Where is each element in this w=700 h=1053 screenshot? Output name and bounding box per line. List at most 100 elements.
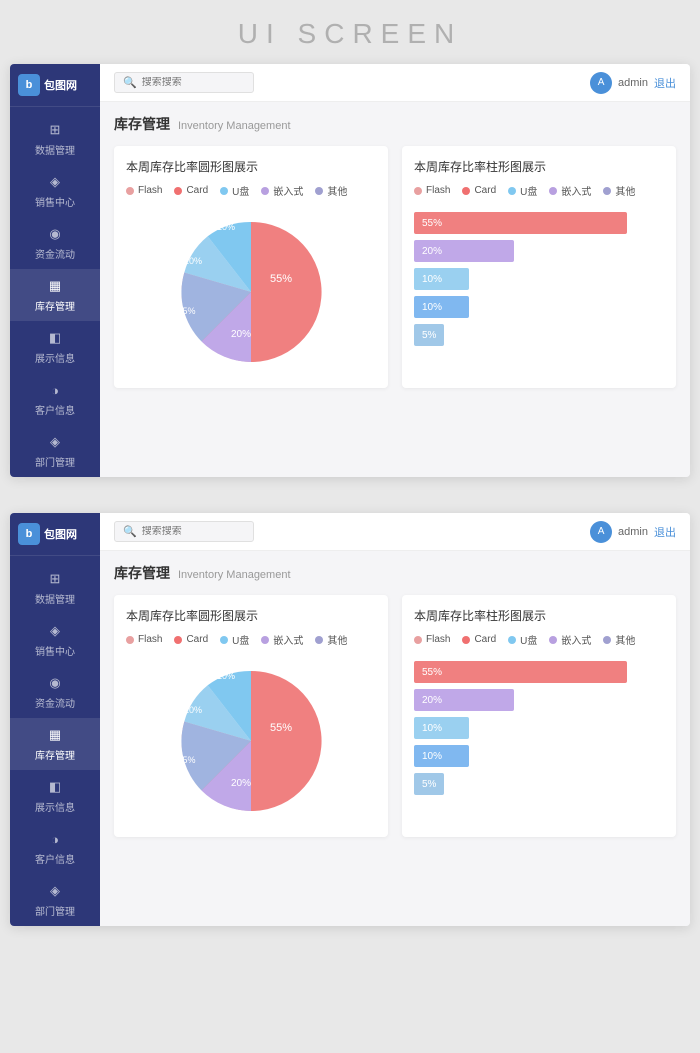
pie-svg-container: 55% 10% 10% 20% 5% bbox=[126, 208, 376, 376]
search-input[interactable] bbox=[142, 77, 245, 88]
bar-legend-udisk-2: U盘 bbox=[508, 632, 537, 647]
sidebar-nav-2: ⊞ 数据管理 ◈ 销售中心 ◉ 资金流动 ▦ 库存管理 ◧ 展示信息 bbox=[10, 556, 100, 926]
sidebar-1: b 包图网 ⊞ 数据管理 ◈ 销售中心 ◉ 资金流动 ▦ 库存管理 bbox=[10, 64, 100, 477]
bar-fill-flash: 55% bbox=[414, 212, 627, 234]
customer-icon: ◑ bbox=[46, 381, 64, 399]
sidebar-item-label-customer: 客户信息 bbox=[35, 402, 75, 417]
bar-legend-2: Flash Card U盘 bbox=[414, 632, 664, 647]
legend-label-card: Card bbox=[186, 185, 208, 196]
sidebar-item-customer[interactable]: ◑ 客户信息 bbox=[10, 373, 100, 425]
customer-icon-2: ◑ bbox=[46, 830, 64, 848]
topbar-right: A admin 退出 bbox=[590, 72, 676, 94]
bar-legend-other-2: 其他 bbox=[603, 632, 635, 647]
sidebar-logo-2: b 包图网 bbox=[10, 513, 100, 556]
sidebar-logo: b 包图网 bbox=[10, 64, 100, 107]
bar-fill-other-2: 5% bbox=[414, 773, 444, 795]
pie-label-embedded: 20% bbox=[231, 329, 251, 340]
pie-legend-dot-flash-2 bbox=[126, 636, 134, 644]
sidebar-nav: ⊞ 数据管理 ◈ 销售中心 ◉ 资金流动 ▦ 库存管理 ◧ 展示信息 bbox=[10, 107, 100, 477]
bar-legend-dot-embedded-2 bbox=[549, 636, 557, 644]
bar-chart-card-2: 本周库存比率柱形图展示 Flash Card bbox=[402, 595, 676, 837]
sidebar-item-label-display: 展示信息 bbox=[35, 350, 75, 365]
sidebar-item-sales[interactable]: ◈ 销售中心 bbox=[10, 165, 100, 217]
pie-chart-title-2: 本周库存比率圆形图展示 bbox=[126, 607, 376, 624]
bar-legend-embedded: 嵌入式 bbox=[549, 183, 591, 198]
page-content-1: 库存管理 Inventory Management 本周库存比率圆形图展示 Fl… bbox=[100, 102, 690, 477]
fund-icon: ◉ bbox=[46, 225, 64, 243]
pie-label-embedded-2: 20% bbox=[231, 778, 251, 789]
page-heading-en: Inventory Management bbox=[178, 120, 291, 132]
bar-legend-dot-flash bbox=[414, 187, 422, 195]
pie-legend-label-udisk-2: U盘 bbox=[232, 632, 249, 647]
page-heading-en-2: Inventory Management bbox=[178, 569, 291, 581]
pie-legend-dot-udisk-2 bbox=[220, 636, 228, 644]
sidebar-item-label-sales: 销售中心 bbox=[35, 194, 75, 209]
legend-dot-other bbox=[315, 187, 323, 195]
bar-legend-dot-udisk-2 bbox=[508, 636, 516, 644]
search-icon: 🔍 bbox=[123, 76, 137, 89]
bar-legend-dot-other bbox=[603, 187, 611, 195]
inventory-icon-2: ▦ bbox=[46, 726, 64, 744]
bar-row-embedded-2: 20% bbox=[414, 689, 664, 711]
bar-legend-label-embedded-2: 嵌入式 bbox=[561, 632, 591, 647]
main-content-1: 🔍 A admin 退出 库存管理 Inventory Management bbox=[100, 64, 690, 477]
bar-row-udisk: 10% bbox=[414, 296, 664, 318]
screen-1: b 包图网 ⊞ 数据管理 ◈ 销售中心 ◉ 资金流动 ▦ 库存管理 bbox=[0, 64, 700, 513]
sidebar-item-inventory-2[interactable]: ▦ 库存管理 bbox=[10, 718, 100, 770]
sidebar-item-data-2[interactable]: ⊞ 数据管理 bbox=[10, 562, 100, 614]
sales-icon: ◈ bbox=[46, 173, 64, 191]
sidebar-item-fund-2[interactable]: ◉ 资金流动 bbox=[10, 666, 100, 718]
bar-legend-card-2: Card bbox=[462, 632, 496, 647]
sidebar-item-inventory[interactable]: ▦ 库存管理 bbox=[10, 269, 100, 321]
bar-row-flash: 55% bbox=[414, 212, 664, 234]
bar-fill-card-2: 10% bbox=[414, 717, 469, 739]
inventory-icon: ▦ bbox=[46, 277, 64, 295]
bar-legend-udisk: U盘 bbox=[508, 183, 537, 198]
bar-legend-label-flash-2: Flash bbox=[426, 634, 450, 645]
search-bar-2[interactable]: 🔍 bbox=[114, 521, 254, 542]
sidebar-item-label-sales-2: 销售中心 bbox=[35, 643, 75, 658]
logout-link[interactable]: 退出 bbox=[654, 75, 676, 91]
display-icon: ◧ bbox=[46, 329, 64, 347]
sidebar-item-department-2[interactable]: ◈ 部门管理 bbox=[10, 874, 100, 926]
search-icon-2: 🔍 bbox=[123, 525, 137, 538]
app-frame-2: b 包图网 ⊞ 数据管理 ◈ 销售中心 ◉ 资金流动 ▦ 库存管理 bbox=[10, 513, 690, 926]
logout-link-2[interactable]: 退出 bbox=[654, 524, 676, 540]
topbar-1: 🔍 A admin 退出 bbox=[100, 64, 690, 102]
bar-row-udisk-2: 10% bbox=[414, 745, 664, 767]
bar-legend-other: 其他 bbox=[603, 183, 635, 198]
sidebar-item-display[interactable]: ◧ 展示信息 bbox=[10, 321, 100, 373]
sidebar-item-department[interactable]: ◈ 部门管理 bbox=[10, 425, 100, 477]
fund-icon-2: ◉ bbox=[46, 674, 64, 692]
data-icon: ⊞ bbox=[46, 121, 64, 139]
logo-text: 包图网 bbox=[44, 77, 77, 93]
search-bar[interactable]: 🔍 bbox=[114, 72, 254, 93]
bar-legend-label-flash: Flash bbox=[426, 185, 450, 196]
bar-chart-container-2: 55% 20% 10% 10% bbox=[414, 657, 664, 795]
sidebar-item-fund[interactable]: ◉ 资金流动 bbox=[10, 217, 100, 269]
bar-fill-other: 5% bbox=[414, 324, 444, 346]
bar-legend-card: Card bbox=[462, 183, 496, 198]
page-heading-2: 库存管理 Inventory Management bbox=[114, 563, 676, 583]
pie-legend-card-2: Card bbox=[174, 632, 208, 647]
bar-legend-label-embedded: 嵌入式 bbox=[561, 183, 591, 198]
legend-label-embedded: 嵌入式 bbox=[273, 183, 303, 198]
legend-card: Card bbox=[174, 183, 208, 198]
bar-row-embedded: 20% bbox=[414, 240, 664, 262]
sidebar-item-data[interactable]: ⊞ 数据管理 bbox=[10, 113, 100, 165]
topbar-right-2: A admin 退出 bbox=[590, 521, 676, 543]
legend-udisk: U盘 bbox=[220, 183, 249, 198]
search-input-2[interactable] bbox=[142, 526, 245, 537]
bar-legend-dot-card-2 bbox=[462, 636, 470, 644]
bar-legend-dot-udisk bbox=[508, 187, 516, 195]
legend-dot-embedded bbox=[261, 187, 269, 195]
sidebar-item-sales-2[interactable]: ◈ 销售中心 bbox=[10, 614, 100, 666]
legend-label-udisk: U盘 bbox=[232, 183, 249, 198]
sidebar-item-display-2[interactable]: ◧ 展示信息 bbox=[10, 770, 100, 822]
bar-legend-dot-embedded bbox=[549, 187, 557, 195]
legend-flash: Flash bbox=[126, 183, 162, 198]
logo-icon: b bbox=[18, 74, 40, 96]
admin-label-2: admin bbox=[618, 526, 648, 538]
pie-legend-dot-other-2 bbox=[315, 636, 323, 644]
sidebar-item-customer-2[interactable]: ◑ 客户信息 bbox=[10, 822, 100, 874]
